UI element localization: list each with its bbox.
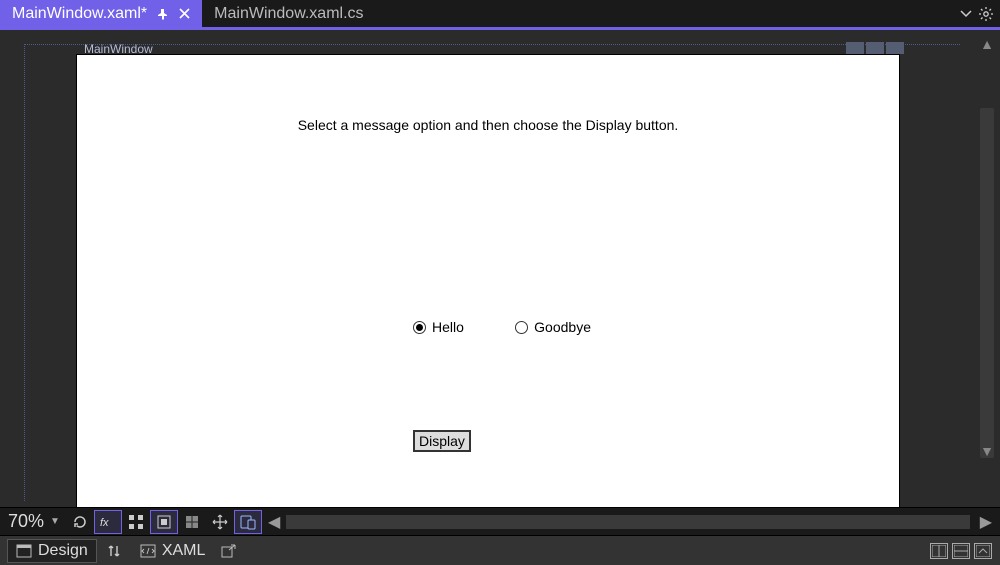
hscroll-right-icon[interactable]: ▶ xyxy=(980,512,992,532)
effects-fx-icon[interactable]: fx xyxy=(95,511,121,533)
ruler-vertical xyxy=(24,44,25,501)
pane-label: Design xyxy=(38,542,88,560)
ruler-horizontal xyxy=(24,44,960,45)
tab-label: MainWindow.xaml.cs xyxy=(214,5,363,23)
tab-overflow-icon[interactable] xyxy=(960,9,972,19)
scroll-down-icon[interactable]: ▼ xyxy=(980,443,994,459)
tab-label: MainWindow.xaml* xyxy=(12,5,147,23)
refresh-icon[interactable] xyxy=(67,511,93,533)
hscroll-left-icon[interactable]: ◀ xyxy=(262,512,286,532)
snap-lines-icon[interactable] xyxy=(179,511,205,533)
pane-label: XAML xyxy=(162,542,206,560)
pane-design[interactable]: Design xyxy=(8,540,96,562)
gear-icon[interactable] xyxy=(978,6,994,22)
zoom-dropdown-icon[interactable]: ▼ xyxy=(48,516,66,527)
collapse-pane-icon[interactable] xyxy=(974,543,992,559)
horizontal-scrollbar[interactable] xyxy=(286,515,970,529)
xaml-pane-icon xyxy=(140,544,156,558)
button-label: Display xyxy=(419,433,465,449)
device-preview-icon[interactable] xyxy=(235,511,261,533)
design-surface[interactable]: Select a message option and then choose … xyxy=(76,54,900,507)
radio-button-icon xyxy=(515,321,528,334)
designer-viewport: ▲ ▼ MainWindow Select a message option a… xyxy=(0,30,1000,507)
swap-panes-icon[interactable] xyxy=(96,543,132,559)
designer-split-bar: Design XAML xyxy=(0,535,1000,565)
display-button[interactable]: Display xyxy=(413,430,471,452)
caption-minimize-icon xyxy=(846,42,864,54)
caption-maximize-icon xyxy=(866,42,884,54)
snap-grid-icon[interactable] xyxy=(151,511,177,533)
instruction-text: Select a message option and then choose … xyxy=(77,117,899,133)
radio-button-icon xyxy=(413,321,426,334)
pane-xaml[interactable]: XAML xyxy=(132,540,214,562)
split-horizontal-icon[interactable] xyxy=(952,543,970,559)
designer-toolbar: 70% ▼ fx ◀ ▶ xyxy=(0,507,1000,535)
move-icon[interactable] xyxy=(207,511,233,533)
tab-mainwindow-xaml-cs[interactable]: MainWindow.xaml.cs xyxy=(202,0,375,27)
svg-text:fx: fx xyxy=(100,517,109,529)
vertical-scrollbar[interactable] xyxy=(980,108,994,458)
document-tab-strip: MainWindow.xaml* MainWindow.xaml.cs xyxy=(0,0,1000,30)
split-vertical-icon[interactable] xyxy=(930,543,948,559)
scroll-up-icon[interactable]: ▲ xyxy=(980,36,994,52)
design-window-caption-buttons xyxy=(846,42,904,54)
radio-goodbye[interactable]: Goodbye xyxy=(515,319,591,335)
popout-icon[interactable] xyxy=(213,544,245,558)
pin-icon[interactable] xyxy=(157,8,169,20)
design-pane-icon xyxy=(16,544,32,558)
radio-label: Goodbye xyxy=(534,319,591,335)
radio-hello[interactable]: Hello xyxy=(413,319,464,335)
grid-icon[interactable] xyxy=(123,511,149,533)
zoom-level: 70% xyxy=(4,511,48,532)
design-window-title: MainWindow xyxy=(84,42,153,56)
caption-close-icon xyxy=(886,42,904,54)
tab-mainwindow-xaml[interactable]: MainWindow.xaml* xyxy=(0,0,202,27)
close-icon[interactable] xyxy=(179,8,190,19)
radio-label: Hello xyxy=(432,319,464,335)
